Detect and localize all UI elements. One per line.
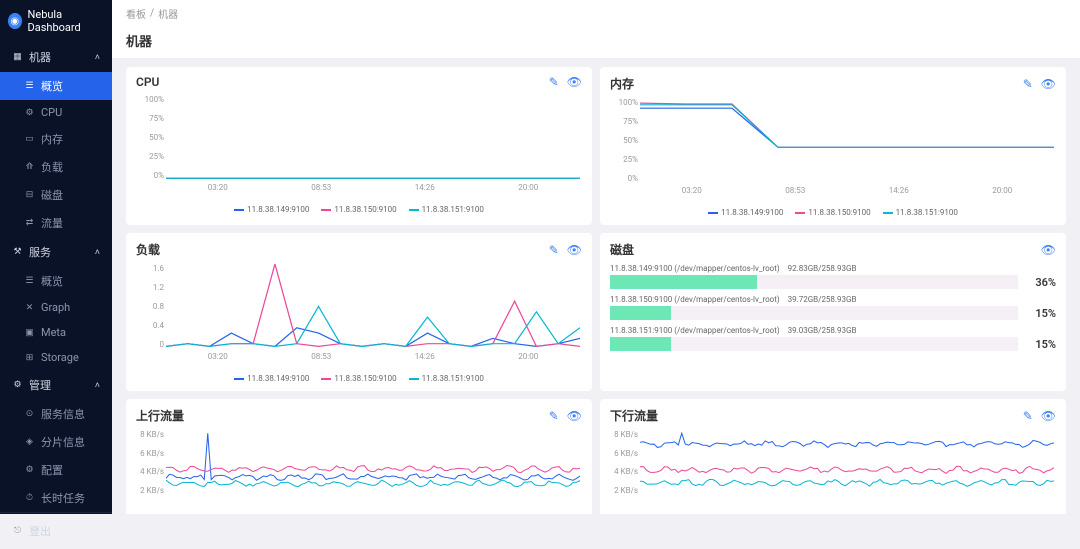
menu-item-0-0[interactable]: ☰概览 xyxy=(0,72,112,100)
manage-icon: ⚙ xyxy=(12,380,23,391)
legend-item: 11.8.38.151:9100 xyxy=(409,205,484,214)
card-load-title: 负载 xyxy=(136,241,160,258)
disk-row: 11.8.38.151:9100 (/dev/mapper/centos-lv_… xyxy=(610,326,1056,351)
disk-icon: ⊟ xyxy=(24,190,35,201)
card-memory: 内存 ✎ 👁 100%75%50%25%0% 03:2008:5314:2620… xyxy=(600,67,1066,225)
chevron-up-icon: ˄ xyxy=(95,52,100,63)
sidebar: ◉ Nebula Dashboard ▦机器˄☰概览⚙CPU▭内存⟰负载⊟磁盘⇄… xyxy=(0,0,112,514)
overview-icon: ☰ xyxy=(24,276,35,287)
load-icon: ⟰ xyxy=(24,162,35,173)
menu-item-1-2[interactable]: ▣Meta xyxy=(0,320,112,345)
chevron-up-icon: ˄ xyxy=(95,247,100,258)
menu-item-1-3[interactable]: ⊞Storage xyxy=(0,345,112,370)
logout-label: 登出 xyxy=(29,523,51,539)
breadcrumb: 看板 / 机器 xyxy=(112,0,1080,27)
eye-icon[interactable]: 👁 xyxy=(567,243,582,257)
logout-button[interactable]: ⎋ 登出 xyxy=(0,512,112,549)
meta-icon: ▣ xyxy=(24,327,35,338)
menu-item-2-1[interactable]: ◈分片信息 xyxy=(0,428,112,456)
menu-section-1[interactable]: ⚒服务˄ xyxy=(0,237,112,267)
card-disk: 磁盘 👁 11.8.38.149:9100 (/dev/mapper/cento… xyxy=(600,233,1066,391)
eye-icon[interactable]: 👁 xyxy=(567,409,582,423)
downstream-chart: 8 KB/s6 KB/s4 KB/s2 KB/s xyxy=(610,430,1056,510)
legend-item: 11.8.38.150:9100 xyxy=(795,208,870,217)
breadcrumb-sep: / xyxy=(150,8,154,19)
service-icon: ⚒ xyxy=(12,247,23,258)
content-grid: CPU ✎ 👁 100%75%50%25%0% 03:2008:5314:262… xyxy=(112,59,1080,514)
eye-icon[interactable]: 👁 xyxy=(567,75,582,89)
menu-item-0-5[interactable]: ⇄流量 xyxy=(0,209,112,237)
disk-pct: 36% xyxy=(1026,276,1056,289)
info-icon: ⊙ xyxy=(24,409,35,420)
traffic-icon: ⇄ xyxy=(24,218,35,229)
disk-row: 11.8.38.149:9100 (/dev/mapper/centos-lv_… xyxy=(610,264,1056,289)
eye-icon[interactable]: 👁 xyxy=(1041,409,1056,423)
edit-icon[interactable]: ✎ xyxy=(549,409,559,423)
disk-bar xyxy=(610,275,1018,289)
menu-section-2[interactable]: ⚙管理˄ xyxy=(0,370,112,400)
card-cpu-title: CPU xyxy=(136,75,159,89)
logo-icon: ◉ xyxy=(8,13,22,29)
memory-icon: ▭ xyxy=(24,134,35,145)
disk-pct: 15% xyxy=(1026,307,1056,320)
legend-item: 11.8.38.151:9100 xyxy=(883,208,958,217)
breadcrumb-current: 机器 xyxy=(158,6,178,21)
menu-item-1-1[interactable]: ✕Graph xyxy=(0,295,112,320)
shard-icon: ◈ xyxy=(24,437,35,448)
menu-item-0-3[interactable]: ⟰负载 xyxy=(0,153,112,181)
card-load: 负载 ✎ 👁 1.61.20.80.40 03:2008:5314:2620:0… xyxy=(126,233,592,391)
machine-icon: ▦ xyxy=(12,52,23,63)
edit-icon[interactable]: ✎ xyxy=(549,75,559,89)
eye-icon[interactable]: 👁 xyxy=(1041,77,1056,91)
task-icon: ⏱ xyxy=(24,493,35,504)
menu-item-0-1[interactable]: ⚙CPU xyxy=(0,100,112,125)
legend-item: 11.8.38.149:9100 xyxy=(708,208,783,217)
card-disk-title: 磁盘 xyxy=(610,241,634,258)
menu-item-0-2[interactable]: ▭内存 xyxy=(0,125,112,153)
legend-item: 11.8.38.150:9100 xyxy=(321,205,396,214)
legend-item: 11.8.38.150:9100 xyxy=(321,374,396,383)
cpu-chart: 100%75%50%25%0% 03:2008:5314:2620:00 xyxy=(136,95,582,195)
edit-icon[interactable]: ✎ xyxy=(549,243,559,257)
edit-icon[interactable]: ✎ xyxy=(1023,409,1033,423)
menu-item-2-2[interactable]: ⚙配置 xyxy=(0,456,112,484)
card-downstream: 下行流量 ✎ 👁 8 KB/s6 KB/s4 KB/s2 KB/s xyxy=(600,399,1066,514)
disk-row: 11.8.38.150:9100 (/dev/mapper/centos-lv_… xyxy=(610,295,1056,320)
card-cpu: CPU ✎ 👁 100%75%50%25%0% 03:2008:5314:262… xyxy=(126,67,592,225)
disk-pct: 15% xyxy=(1026,338,1056,351)
legend-item: 11.8.38.149:9100 xyxy=(234,374,309,383)
edit-icon[interactable]: ✎ xyxy=(1023,77,1033,91)
brand-text: Nebula Dashboard xyxy=(28,8,104,34)
eye-icon[interactable]: 👁 xyxy=(1041,243,1056,257)
logout-icon: ⎋ xyxy=(12,526,23,537)
card-downstream-title: 下行流量 xyxy=(610,407,658,424)
overview-icon: ☰ xyxy=(24,81,35,92)
memory-chart: 100%75%50%25%0% 03:2008:5314:2620:00 xyxy=(610,98,1056,198)
upstream-chart: 8 KB/s6 KB/s4 KB/s2 KB/s xyxy=(136,430,582,510)
card-memory-title: 内存 xyxy=(610,75,634,92)
graph-icon: ✕ xyxy=(24,302,35,313)
storage-icon: ⊞ xyxy=(24,352,35,363)
menu-item-2-0[interactable]: ⊙服务信息 xyxy=(0,400,112,428)
breadcrumb-root[interactable]: 看板 xyxy=(126,6,146,21)
legend-item: 11.8.38.149:9100 xyxy=(234,205,309,214)
card-upstream-title: 上行流量 xyxy=(136,407,184,424)
logo[interactable]: ◉ Nebula Dashboard xyxy=(0,0,112,42)
menu-item-0-4[interactable]: ⊟磁盘 xyxy=(0,181,112,209)
main: 看板 / 机器 机器 CPU ✎ 👁 100%75%50%25%0% 03:20… xyxy=(112,0,1080,514)
chevron-up-icon: ˄ xyxy=(95,380,100,391)
page-title: 机器 xyxy=(112,27,1080,59)
disk-bar xyxy=(610,337,1018,351)
cpu-icon: ⚙ xyxy=(24,107,35,118)
disk-bar xyxy=(610,306,1018,320)
card-upstream: 上行流量 ✎ 👁 8 KB/s6 KB/s4 KB/s2 KB/s xyxy=(126,399,592,514)
legend-item: 11.8.38.151:9100 xyxy=(409,374,484,383)
config-icon: ⚙ xyxy=(24,465,35,476)
menu-item-2-3[interactable]: ⏱长时任务 xyxy=(0,484,112,512)
menu-item-1-0[interactable]: ☰概览 xyxy=(0,267,112,295)
menu-section-0[interactable]: ▦机器˄ xyxy=(0,42,112,72)
load-chart: 1.61.20.80.40 03:2008:5314:2620:00 xyxy=(136,264,582,364)
